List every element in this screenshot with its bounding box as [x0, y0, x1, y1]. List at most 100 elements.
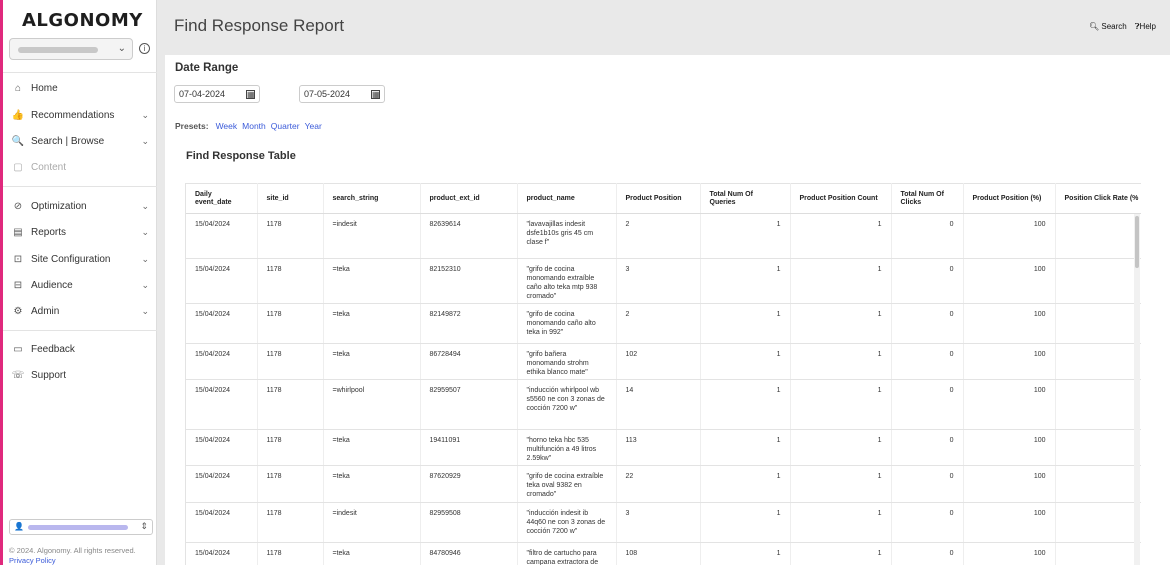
table-cell: 1178: [257, 379, 324, 430]
table-cell: 15/04/2024: [186, 429, 258, 466]
table-row[interactable]: 15/04/2024 1178 =teka 87620929 "grifo de coc…: [186, 465, 1141, 503]
table-cell: "lavavajillas indesit dsfe1b10s gris 45 …: [517, 213, 617, 259]
nav-item-admin[interactable]: ⚙ Admin ⌄: [11, 302, 153, 320]
nav-item-home[interactable]: ⌂ Home: [11, 79, 153, 97]
table-cell: 1: [790, 258, 892, 304]
table-row[interactable]: 15/04/2024 1178 =teka 86728494 "grifo bañera…: [186, 343, 1141, 380]
calendar-icon[interactable]: ▦: [371, 89, 380, 99]
table-cell: 0: [891, 343, 964, 380]
user-select[interactable]: 👤 ⇕: [9, 519, 153, 535]
table-row[interactable]: 15/04/2024 1178 =whirlpool 82959507 "inducci…: [186, 379, 1141, 430]
preset-year-link[interactable]: Year: [305, 121, 322, 131]
table-row[interactable]: 15/04/2024 1178 =indesit 82639614 "lavavajil…: [186, 213, 1141, 259]
column-header[interactable]: Product Position (%): [963, 183, 1056, 214]
algonomy-logo[interactable]: ALGONOMY: [22, 10, 143, 31]
org-select[interactable]: ⌄: [9, 38, 133, 60]
column-header[interactable]: search_string: [323, 183, 421, 214]
nav-item-audience[interactable]: ⊟ Audience ⌄: [11, 276, 153, 294]
nav-item-optimization[interactable]: ⊘ Optimization ⌄: [11, 197, 153, 215]
end-date-input[interactable]: 07-05-2024 ▦: [299, 85, 385, 103]
content-icon: ▢: [13, 161, 23, 173]
table-cell: 100: [963, 465, 1056, 503]
nav-item-support[interactable]: ☏ Support: [11, 366, 153, 384]
table-cell: 0: [891, 258, 964, 304]
nav-item-content[interactable]: ▢ Content: [11, 158, 153, 176]
column-header[interactable]: Total Num Of Clicks: [891, 183, 964, 214]
column-header[interactable]: product_ext_id: [420, 183, 518, 214]
preset-quarter-link[interactable]: Quarter: [271, 121, 300, 131]
table-cell: 15/04/2024: [186, 258, 258, 304]
table-cell: 102: [616, 343, 701, 380]
column-header[interactable]: Position Click Rate (%: [1055, 183, 1141, 214]
table-cell: =whirlpool: [323, 379, 421, 430]
nav-item-reports[interactable]: ▤ Reports ⌄: [11, 223, 153, 241]
preset-week-link[interactable]: Week: [216, 121, 238, 131]
table-scrollbar-thumb[interactable]: [1135, 216, 1139, 268]
divider: [3, 330, 157, 331]
header-search-link[interactable]: 🔍︎ Search: [1089, 22, 1127, 32]
start-date-input[interactable]: 07-04-2024 ▦: [174, 85, 260, 103]
info-icon[interactable]: i: [139, 43, 150, 54]
table-row[interactable]: 15/04/2024 1178 =teka 84780946 "filtro de ca…: [186, 542, 1141, 565]
home-icon: ⌂: [14, 82, 22, 94]
column-header[interactable]: product_name: [517, 183, 617, 214]
table-cell: 1: [700, 502, 791, 543]
presets-label: Presets:: [175, 121, 209, 131]
nav-item-label: Admin: [31, 305, 60, 317]
header-help-link[interactable]: ❓︎Help: [1135, 22, 1156, 32]
table-cell: =teka: [323, 343, 421, 380]
table-cell: 1: [700, 213, 791, 259]
table-cell: 0: [891, 542, 964, 565]
nav-item-site-configuration[interactable]: ⊡ Site Configuration ⌄: [11, 250, 153, 268]
table-cell: 2: [616, 213, 701, 259]
table-cell: 1: [700, 343, 791, 380]
table-cell: =teka: [323, 258, 421, 304]
table-cell: 87620929: [420, 465, 518, 503]
table-cell: 1: [700, 379, 791, 430]
column-header[interactable]: Daily event_date: [186, 183, 258, 214]
search-label: Search: [1101, 22, 1127, 31]
nav-item-label: Home: [31, 82, 58, 94]
table-cell: 100: [963, 303, 1056, 344]
column-header[interactable]: Total Num Of Queries: [700, 183, 791, 214]
table-cell: [1055, 465, 1141, 503]
table-cell: 1: [700, 465, 791, 503]
table-header-row: Daily event_date site_id search_string p…: [186, 183, 1141, 214]
header-links: 🔍︎ Search ❓︎Help: [1089, 22, 1156, 32]
table-row[interactable]: 15/04/2024 1178 =teka 82149872 "grifo de coc…: [186, 303, 1141, 344]
calendar-icon[interactable]: ▦: [246, 89, 255, 99]
table-cell: 82149872: [420, 303, 518, 344]
table-cell: 1: [790, 379, 892, 430]
nav-item-label: Search | Browse: [31, 135, 105, 147]
audience-icon: ⊟: [13, 279, 23, 291]
table-cell: "horno teka hbc 535 multifunción a 49 li…: [517, 429, 617, 466]
table-row[interactable]: 15/04/2024 1178 =teka 19411091 "horno teka h…: [186, 429, 1141, 466]
table-cell: 1: [790, 542, 892, 565]
table-cell: "inducción whirlpool wb s5560 ne con 3 z…: [517, 379, 617, 430]
table-cell: 15/04/2024: [186, 542, 258, 565]
table-cell: 15/04/2024: [186, 343, 258, 380]
table-row[interactable]: 15/04/2024 1178 =indesit 82959508 "inducción…: [186, 502, 1141, 543]
column-header[interactable]: Product Position Count: [790, 183, 892, 214]
find-response-table: Daily event_date site_id search_string p…: [185, 183, 1141, 565]
table-cell: 82959507: [420, 379, 518, 430]
nav-item-search-browse[interactable]: 🔍 Search | Browse ⌄: [11, 132, 153, 150]
table-cell: 1178: [257, 542, 324, 565]
nav-item-feedback[interactable]: ▭ Feedback: [11, 340, 153, 358]
table-cell: 0: [891, 379, 964, 430]
privacy-policy-link[interactable]: Privacy Policy: [9, 556, 56, 565]
table-cell: "grifo de cocina monomando caño alto tek…: [517, 303, 617, 344]
table-cell: 1178: [257, 303, 324, 344]
nav-item-recommendations[interactable]: 👍 Recommendations ⌄: [11, 106, 153, 124]
table-cell: 15/04/2024: [186, 465, 258, 503]
column-header[interactable]: Product Position: [616, 183, 701, 214]
table-cell: 100: [963, 502, 1056, 543]
table-cell: 1: [790, 303, 892, 344]
table-cell: 3: [616, 502, 701, 543]
table-title: Find Response Table: [186, 150, 296, 162]
preset-month-link[interactable]: Month: [242, 121, 266, 131]
column-header[interactable]: site_id: [257, 183, 324, 214]
table-row[interactable]: 15/04/2024 1178 =teka 82152310 "grifo de coc…: [186, 258, 1141, 304]
copyright-text: © 2024. Algonomy. All rights reserved.: [9, 546, 136, 555]
search-icon: 🔍: [11, 135, 25, 147]
